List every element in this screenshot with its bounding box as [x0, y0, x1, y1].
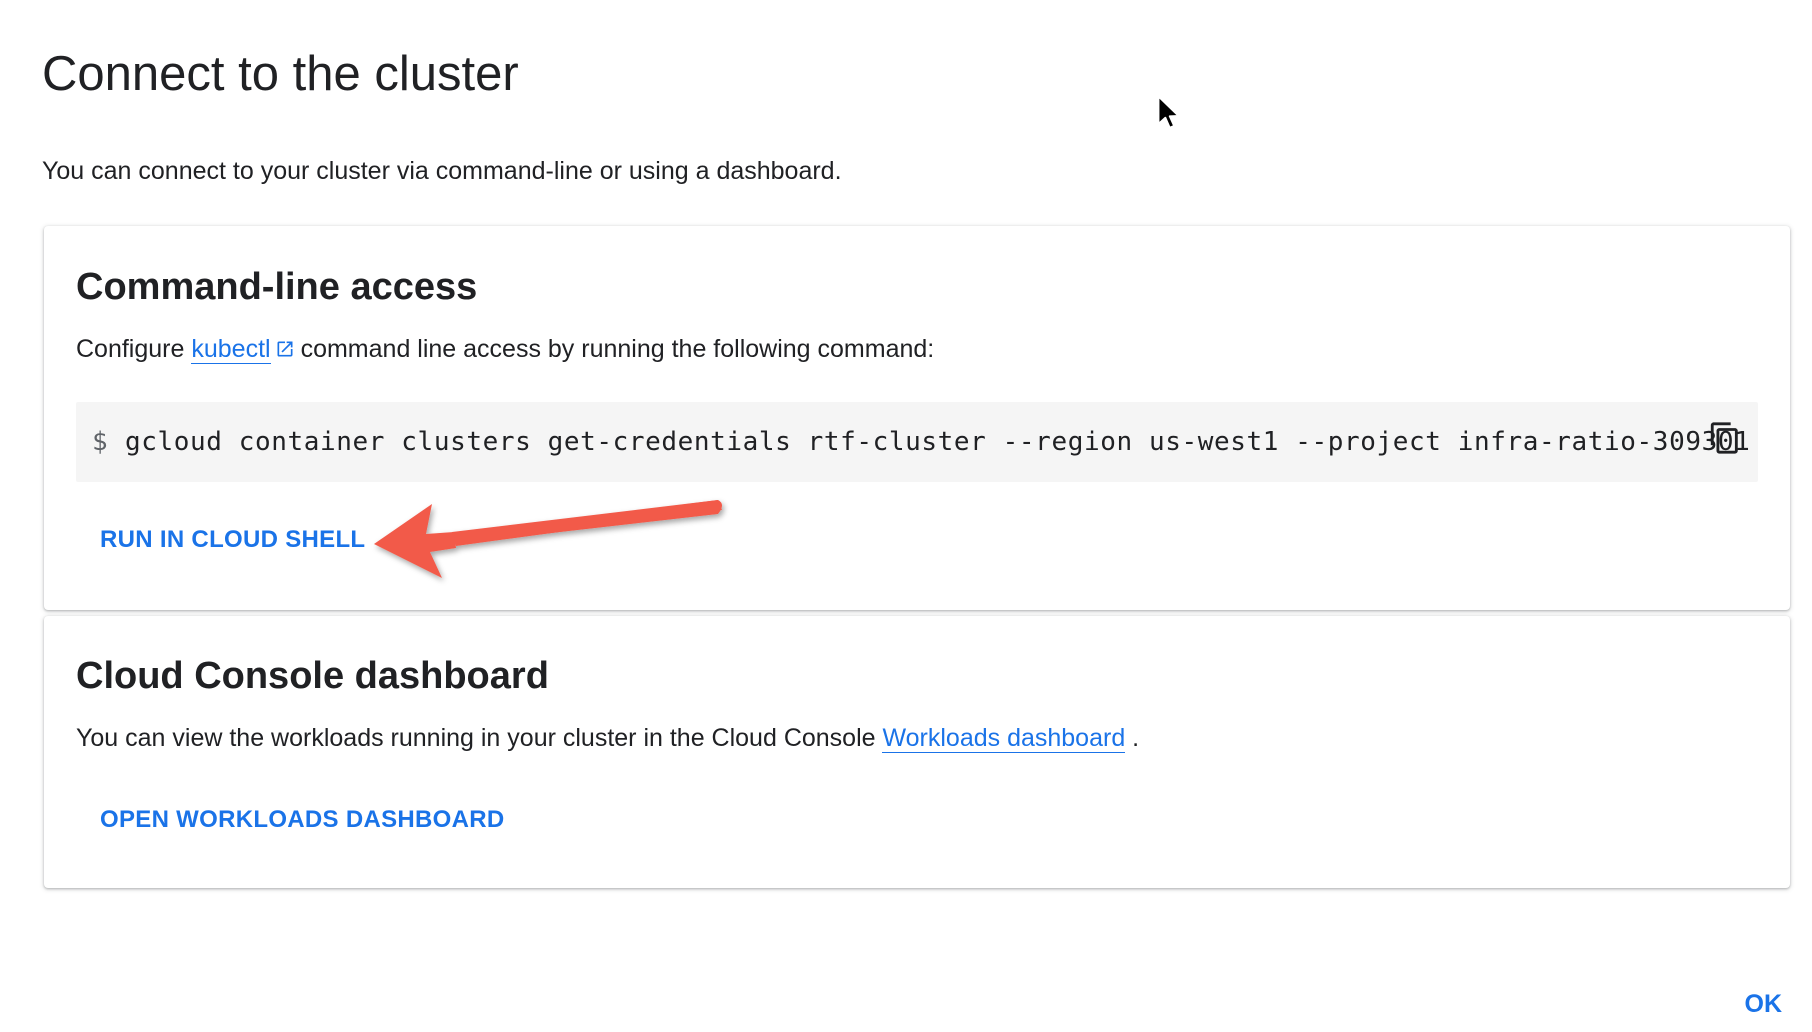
dashboard-text-before-link: You can view the workloads running in yo… [76, 724, 883, 752]
connect-cluster-dialog: Connect to the cluster You can connect t… [0, 0, 1812, 1032]
cli-text-after-link: command line access by running the follo… [300, 335, 935, 363]
kubectl-link[interactable]: kubectl [191, 335, 271, 364]
cloud-console-dashboard-card: Cloud Console dashboard You can view the… [44, 616, 1790, 888]
open-workloads-dashboard-button[interactable]: OPEN WORKLOADS DASHBOARD [100, 802, 505, 838]
command-line-access-title: Command-line access [76, 266, 478, 308]
shell-prompt: $ [92, 427, 108, 457]
run-in-cloud-shell-button[interactable]: RUN IN CLOUD SHELL [100, 522, 365, 558]
open-in-new-icon[interactable] [275, 333, 295, 369]
dialog-subtitle: You can connect to your cluster via comm… [42, 157, 842, 185]
dialog-title: Connect to the cluster [42, 47, 519, 101]
gcloud-command-text[interactable]: gcloud container clusters get-credential… [125, 422, 1750, 462]
copy-icon[interactable] [1708, 420, 1742, 456]
cloud-console-dashboard-title: Cloud Console dashboard [76, 655, 549, 697]
command-line-description: Configure kubectl command line access by … [76, 331, 934, 369]
dashboard-description: You can view the workloads running in yo… [76, 720, 1139, 756]
workloads-dashboard-link[interactable]: Workloads dashboard [882, 724, 1126, 753]
dashboard-text-after-link: . [1125, 724, 1140, 752]
command-line-access-card: Command-line access Configure kubectl com… [44, 226, 1790, 610]
mouse-pointer-icon [1157, 95, 1180, 129]
cli-text-before-link: Configure [76, 335, 192, 363]
command-code-block: $ gcloud container clusters get-credenti… [76, 402, 1758, 482]
ok-button[interactable]: OK [1745, 986, 1783, 1022]
